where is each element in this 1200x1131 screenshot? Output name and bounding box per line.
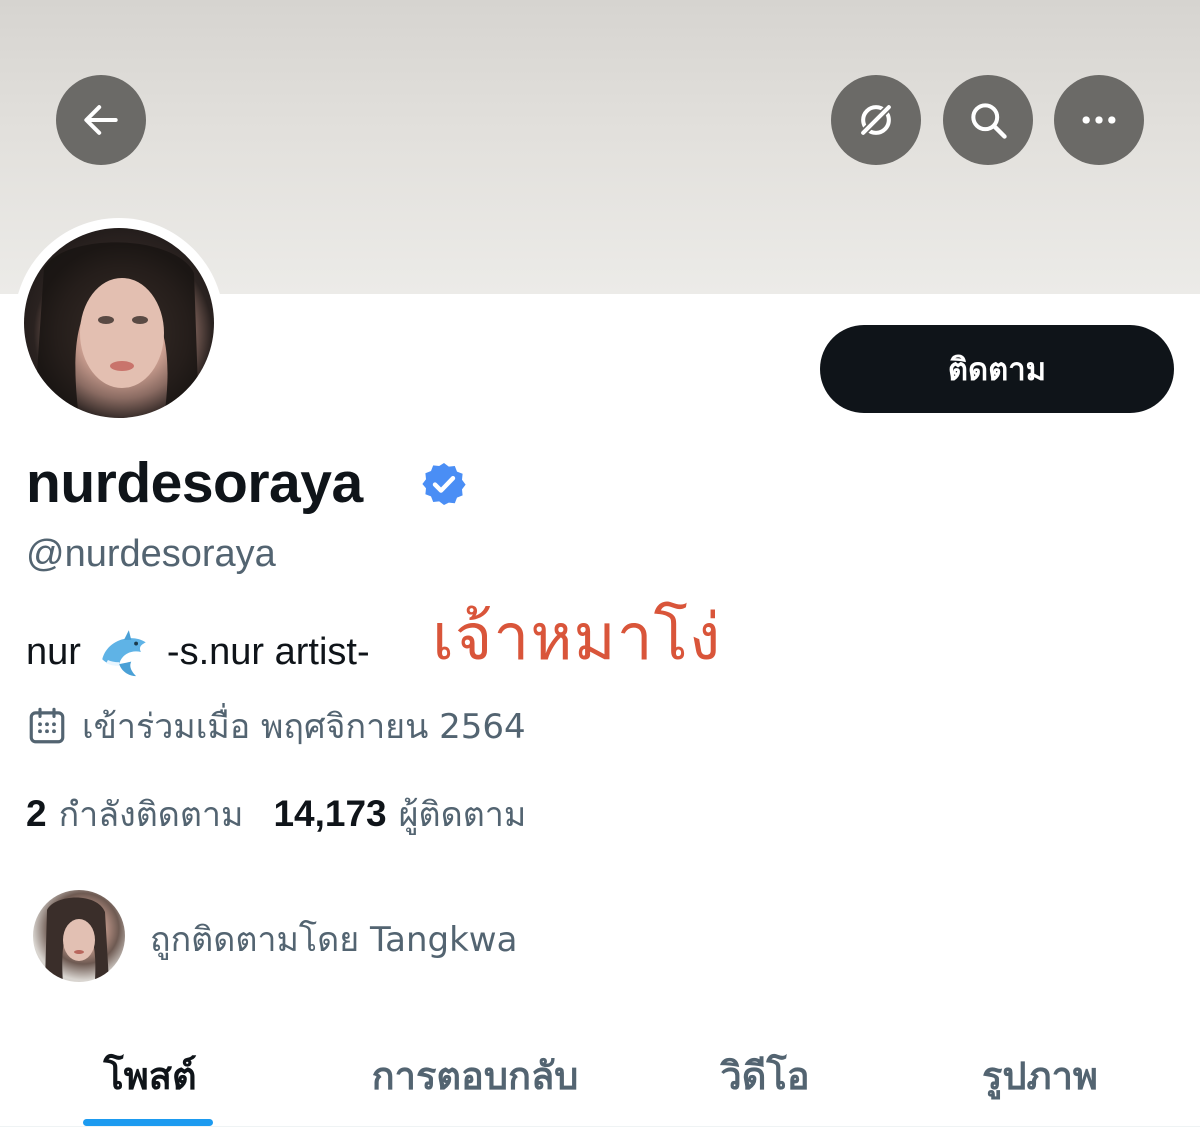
handle: @nurdesoraya bbox=[26, 533, 276, 575]
arrow-left-icon bbox=[84, 105, 118, 135]
dolphin-icon bbox=[102, 630, 146, 677]
avatar-image bbox=[24, 228, 214, 418]
bio-suffix: -s.nur artist- bbox=[166, 630, 370, 673]
followed-by-text[interactable]: ถูกติดตามโดย Tangkwa bbox=[150, 912, 517, 966]
followers-label[interactable]: ผู้ติดตาม bbox=[399, 787, 527, 841]
more-horizontal-icon bbox=[1082, 116, 1116, 124]
bio: nur -s.nur artist- bbox=[26, 622, 370, 682]
search-icon bbox=[971, 103, 1007, 139]
joined-date: เข้าร่วมเมื่อ พฤศจิกายน 2564 bbox=[26, 702, 526, 750]
verified-badge-icon bbox=[422, 463, 466, 505]
back-button[interactable] bbox=[56, 75, 146, 165]
follow-stats: 2 กำลังติดตาม 14,173 ผู้ติดตาม bbox=[26, 790, 556, 838]
bio-prefix: nur bbox=[26, 630, 81, 673]
followed-by-avatar[interactable] bbox=[33, 890, 125, 982]
follow-button[interactable]: ติดตาม bbox=[820, 325, 1174, 413]
tab-videos[interactable]: วิดีโอ bbox=[690, 1030, 840, 1120]
tab-replies[interactable]: การตอบกลับ bbox=[330, 1030, 620, 1120]
calendar-icon bbox=[29, 707, 65, 744]
active-tab-indicator bbox=[83, 1119, 213, 1126]
handwritten-annotation: เจ้าหมาโง่ bbox=[432, 601, 722, 675]
tab-posts[interactable]: โพสต์ bbox=[60, 1030, 240, 1120]
followers-count[interactable]: 14,173 bbox=[273, 793, 386, 835]
profile-avatar[interactable] bbox=[14, 218, 224, 428]
grok-icon bbox=[857, 101, 895, 139]
joined-text: เข้าร่วมเมื่อ พฤศจิกายน 2564 bbox=[82, 707, 526, 747]
more-button[interactable] bbox=[1054, 75, 1144, 165]
grok-button[interactable] bbox=[831, 75, 921, 165]
tabs-divider bbox=[0, 1126, 1200, 1127]
tab-photos[interactable]: รูปภาพ bbox=[940, 1030, 1140, 1120]
profile-tabs: โพสต์ การตอบกลับ วิดีโอ รูปภาพ bbox=[0, 1030, 1200, 1131]
search-button[interactable] bbox=[943, 75, 1033, 165]
following-count[interactable]: 2 bbox=[26, 793, 47, 835]
display-name: nurdesoraya bbox=[26, 451, 363, 515]
profile-page: ติดตาม nurdesoraya @nurdesoraya nur -s.n… bbox=[0, 0, 1200, 1131]
following-label[interactable]: กำลังติดตาม bbox=[59, 787, 244, 841]
